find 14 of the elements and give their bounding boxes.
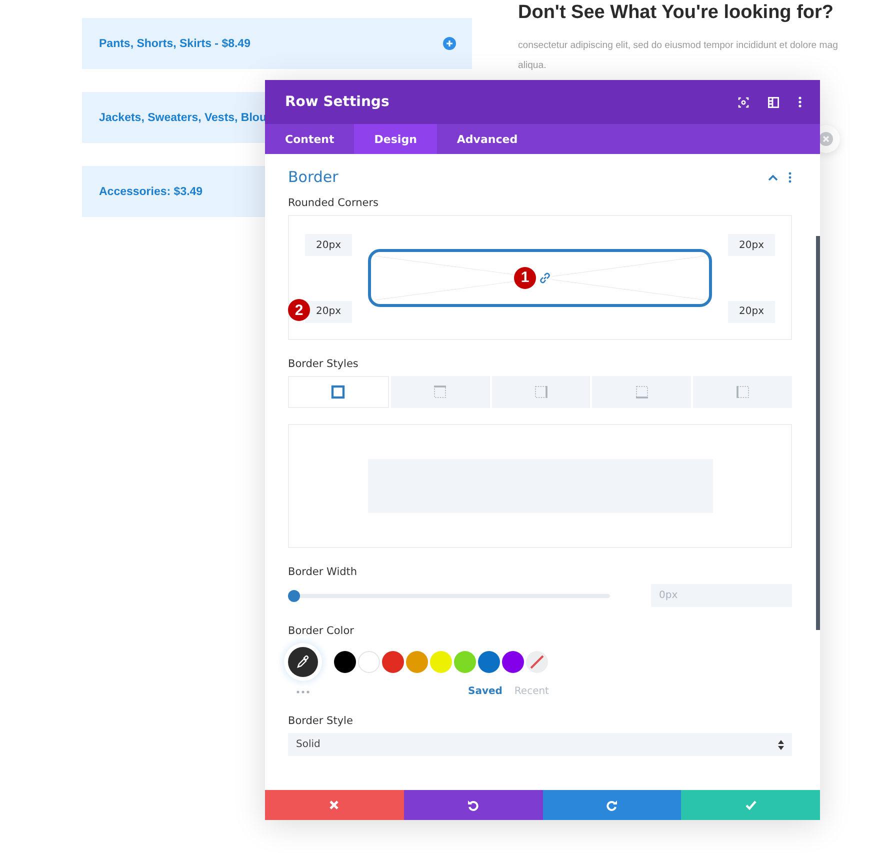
section-title: Border <box>288 168 340 186</box>
accordion-title: Pants, Shorts, Skirts - $8.49 <box>99 38 250 50</box>
accordion-title: Jackets, Sweaters, Vests, Blou <box>99 112 266 124</box>
field-label: Border Color <box>288 625 355 637</box>
field-label: Rounded Corners <box>288 197 380 209</box>
modal-title: Row Settings <box>285 94 390 110</box>
field-label: Border Style <box>288 715 354 727</box>
body-text: consectetur adipiscing elit, sed do eiusmod tempor incididunt et dolore mag <box>518 39 838 53</box>
field-label: Border Styles <box>288 358 360 370</box>
field-label: Border Width <box>288 566 358 578</box>
step-badge: 1 <box>514 266 536 288</box>
body-text: aliqua. <box>518 59 548 73</box>
section-heading: Don't See What You're looking for? <box>518 2 835 24</box>
accordion-title: Accessories: $3.49 <box>99 186 203 198</box>
